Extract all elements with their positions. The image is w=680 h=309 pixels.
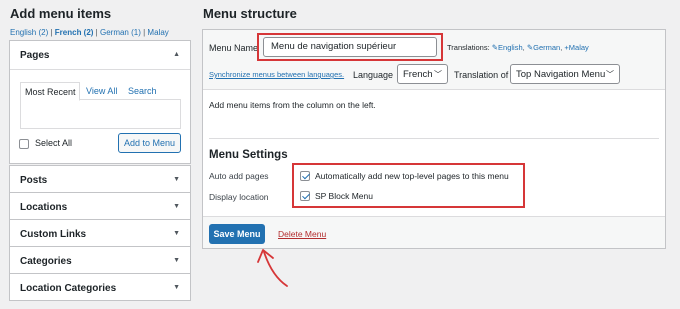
chevron-down-icon: ▼ bbox=[173, 176, 180, 183]
accordion-categories[interactable]: Categories ▼ bbox=[9, 246, 191, 274]
settings-divider bbox=[209, 138, 659, 139]
tab-view-all[interactable]: View All bbox=[86, 86, 117, 96]
display-location-label: Display location bbox=[209, 192, 269, 202]
save-menu-button[interactable]: Save Menu bbox=[209, 224, 265, 244]
menu-edit-panel: Menu Name Menu de navigation supérieur T… bbox=[202, 29, 666, 249]
translations-label: Translations: bbox=[447, 43, 490, 52]
panel-divider bbox=[10, 69, 190, 70]
add-to-menu-button[interactable]: Add to Menu bbox=[118, 133, 181, 153]
translation-of-label: Translation of bbox=[454, 70, 509, 80]
accordion-title: Locations bbox=[20, 202, 68, 213]
translations: Translations: ✎English, ✎German, +Malay bbox=[447, 43, 589, 52]
display-location-checkbox[interactable] bbox=[300, 191, 310, 201]
language-select[interactable]: French ﹀ bbox=[397, 64, 448, 84]
translation-link-german[interactable]: German bbox=[533, 43, 560, 52]
language-label: Language bbox=[353, 70, 394, 80]
auto-add-option: Automatically add new top-level pages to… bbox=[315, 171, 509, 181]
accordion-title: Posts bbox=[20, 175, 48, 186]
chevron-down-icon: ▼ bbox=[173, 257, 180, 264]
translation-of-value: Top Navigation Menu bbox=[516, 68, 606, 80]
menu-hint: Add menu items from the column on the le… bbox=[209, 100, 376, 110]
pages-tabs: Most Recent View All Search bbox=[20, 82, 181, 101]
menu-name-input[interactable]: Menu de navigation supérieur bbox=[263, 37, 437, 57]
display-location-option: SP Block Menu bbox=[315, 191, 373, 201]
delete-menu-link[interactable]: Delete Menu bbox=[278, 229, 326, 239]
accordion-custom-links[interactable]: Custom Links ▼ bbox=[9, 219, 191, 247]
translation-link-english[interactable]: English bbox=[498, 43, 523, 52]
tab-most-recent[interactable]: Most Recent bbox=[20, 82, 80, 101]
settings-highlight bbox=[292, 163, 525, 208]
lang-link-english[interactable]: English (2) bbox=[10, 28, 48, 37]
language-select-value: French bbox=[403, 68, 433, 80]
accordion-title: Categories bbox=[20, 256, 72, 267]
menu-settings-title: Menu Settings bbox=[209, 149, 288, 161]
sync-menus-link[interactable]: Synchronize menus between languages. bbox=[209, 70, 344, 79]
pages-panel: Pages ▲ Most Recent View All Search Sele… bbox=[9, 40, 191, 164]
chevron-down-icon: ﹀ bbox=[606, 69, 614, 79]
lang-link-german[interactable]: German (1) bbox=[100, 28, 141, 37]
select-all-label: Select All bbox=[35, 138, 73, 148]
menu-name-value: Menu de navigation supérieur bbox=[271, 41, 397, 52]
tab-search[interactable]: Search bbox=[128, 86, 157, 96]
chevron-down-icon: ﹀ bbox=[434, 69, 442, 79]
pages-list bbox=[20, 100, 181, 129]
chevron-down-icon: ▼ bbox=[173, 203, 180, 210]
auto-add-checkbox[interactable] bbox=[300, 171, 310, 181]
auto-add-label: Auto add pages bbox=[209, 171, 269, 181]
chevron-down-icon: ▼ bbox=[173, 230, 180, 237]
accordion-title: Location Categories bbox=[20, 283, 117, 294]
accordion-locations[interactable]: Locations ▼ bbox=[9, 192, 191, 220]
add-menu-items-heading: Add menu items bbox=[10, 6, 112, 21]
lang-link-french[interactable]: French (2) bbox=[55, 28, 94, 37]
accordion-location-categories[interactable]: Location Categories ▼ bbox=[9, 273, 191, 301]
pages-panel-title[interactable]: Pages bbox=[20, 50, 49, 61]
menu-header: Menu Name Menu de navigation supérieur T… bbox=[203, 30, 665, 90]
chevron-up-icon[interactable]: ▲ bbox=[173, 51, 180, 58]
lang-link-malay[interactable]: Malay bbox=[147, 28, 168, 37]
language-filter: English (2) | French (2) | German (1) | … bbox=[10, 28, 169, 37]
accordion-title: Custom Links bbox=[20, 229, 87, 240]
select-all-checkbox[interactable] bbox=[19, 139, 29, 149]
menu-name-label: Menu Name bbox=[209, 43, 259, 53]
chevron-down-icon: ▼ bbox=[173, 284, 180, 291]
menu-structure-heading: Menu structure bbox=[203, 6, 297, 21]
annotation-arrow-icon bbox=[257, 249, 288, 287]
accordion-posts[interactable]: Posts ▼ bbox=[9, 165, 191, 193]
translation-link-malay[interactable]: Malay bbox=[569, 43, 589, 52]
translation-of-select[interactable]: Top Navigation Menu ﹀ bbox=[510, 64, 620, 84]
